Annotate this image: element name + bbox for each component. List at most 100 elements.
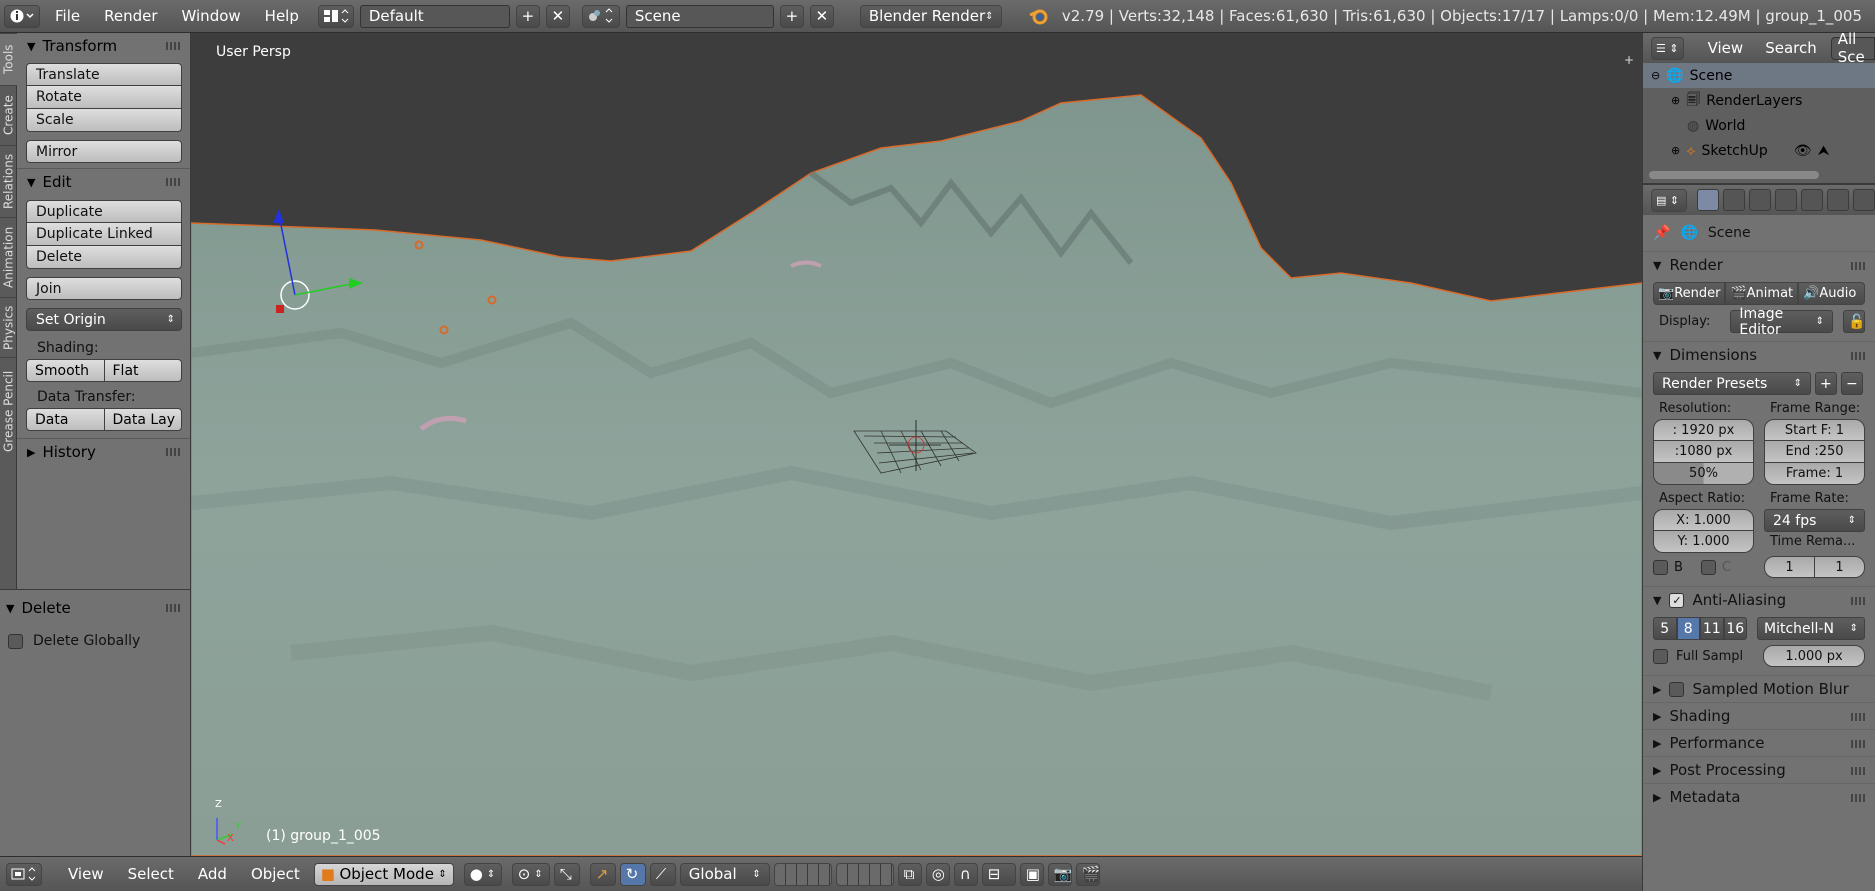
render-animation-button[interactable]: 🎬 Animat xyxy=(1725,282,1799,305)
resolution-y-field[interactable]: :1080 px xyxy=(1653,441,1754,463)
data-button[interactable]: Data xyxy=(26,408,105,431)
data-layout-button[interactable]: Data Lay xyxy=(104,408,182,431)
border-checkbox[interactable] xyxy=(1653,559,1668,575)
editor-type-button[interactable] xyxy=(6,862,42,886)
constraints-tab-icon[interactable] xyxy=(1827,189,1849,211)
mode-dropdown[interactable]: ■ Object Mode ⇕ xyxy=(313,862,454,886)
scene-tab-icon[interactable] xyxy=(1749,189,1771,211)
mirror-button[interactable]: Mirror xyxy=(26,140,182,163)
tab-relations[interactable]: Relations xyxy=(0,145,17,217)
edit-panel-header[interactable]: ▼ Edit xyxy=(17,169,190,195)
outliner-scrollbar[interactable] xyxy=(1649,171,1819,179)
crop-checkbox[interactable] xyxy=(1700,559,1716,575)
translate-manipulator-button[interactable]: ↗ xyxy=(589,862,616,886)
grip-icon[interactable] xyxy=(1851,713,1865,721)
shading-section-header[interactable]: ▶ Shading xyxy=(1643,702,1875,729)
add-scene-button[interactable]: + xyxy=(779,4,804,28)
render-image-icon[interactable]: 📷 xyxy=(1047,862,1072,886)
properties-editor-type-button[interactable]: ▤ ⇕ xyxy=(1651,188,1687,212)
full-sample-checkbox[interactable] xyxy=(1653,648,1668,664)
aa-samples-5[interactable]: 5 xyxy=(1653,617,1677,640)
tab-create[interactable]: Create xyxy=(0,85,17,145)
menu-render[interactable]: Render xyxy=(95,7,166,25)
end-frame-field[interactable]: End :250 xyxy=(1764,441,1865,463)
smooth-button[interactable]: Smooth xyxy=(26,359,105,382)
scale-manipulator-button[interactable]: ⟋ xyxy=(649,862,676,886)
aspect-y-field[interactable]: Y: 1.000 xyxy=(1653,531,1754,553)
rotate-button[interactable]: Rotate xyxy=(26,86,182,109)
delete-operator-header[interactable]: ▼ Delete xyxy=(0,595,190,621)
aa-filter-dropdown[interactable]: Mitchell-N ⇕ xyxy=(1757,617,1865,640)
transform-orientation-dropdown[interactable]: Global ⇕ xyxy=(679,862,770,886)
resolution-x-field[interactable]: : 1920 px xyxy=(1653,419,1754,441)
render-audio-button[interactable]: 🔊 Audio xyxy=(1798,282,1865,305)
time-remap-new-field[interactable]: 1 xyxy=(1815,556,1865,578)
layer-buttons-2[interactable] xyxy=(835,862,894,886)
tab-grease-pencil[interactable]: Grease Pencil xyxy=(0,357,17,465)
dimensions-section-header[interactable]: ▼ Dimensions xyxy=(1643,341,1875,368)
region-toggle-plus-icon[interactable]: + xyxy=(1624,53,1634,67)
aa-samples-8[interactable]: 8 xyxy=(1676,617,1700,640)
grip-icon[interactable] xyxy=(166,42,180,50)
menu-file[interactable]: File xyxy=(46,7,89,25)
tab-tools[interactable]: Tools xyxy=(0,33,17,85)
render-engine-dropdown[interactable]: Blender Render ⇕ xyxy=(859,4,1002,28)
grip-icon[interactable] xyxy=(1851,794,1865,802)
add-layout-button[interactable]: + xyxy=(515,4,540,28)
history-panel-header[interactable]: ▶ History xyxy=(17,439,190,465)
grip-icon[interactable] xyxy=(166,604,180,612)
3d-viewport[interactable]: User Persp (1) group_1_005 Z Y X + xyxy=(191,33,1642,856)
lock-layers-icon[interactable]: ⧉ xyxy=(897,862,922,886)
viewport-shading-dropdown[interactable]: ● ⇕ xyxy=(463,862,502,886)
outliner-display-filter[interactable]: All Sce xyxy=(1830,30,1875,66)
render-layers-tab-icon[interactable] xyxy=(1723,189,1745,211)
grip-icon[interactable] xyxy=(1851,262,1865,270)
flat-button[interactable]: Flat xyxy=(104,359,182,382)
frame-step-field[interactable]: Frame: 1 xyxy=(1764,463,1865,485)
aa-samples-11[interactable]: 11 xyxy=(1700,617,1724,640)
aa-samples-16[interactable]: 16 xyxy=(1723,617,1747,640)
grip-icon[interactable] xyxy=(1851,597,1865,605)
resolution-percentage-slider[interactable]: 50% xyxy=(1653,463,1754,485)
rotate-manipulator-button[interactable]: ↻ xyxy=(619,862,646,886)
render-image-button[interactable]: 📷 Render xyxy=(1653,282,1726,305)
menu-object[interactable]: Object xyxy=(241,865,310,883)
outliner-editor-type-button[interactable]: ☰ ⇕ xyxy=(1651,36,1684,60)
render-presets-dropdown[interactable]: Render Presets ⇕ xyxy=(1653,372,1811,395)
scale-button[interactable]: Scale xyxy=(26,109,182,132)
outliner-row-renderlayers[interactable]: ⊕ 🗐 RenderLayers xyxy=(1643,88,1875,113)
menu-add[interactable]: Add xyxy=(188,865,237,883)
screen-layout-field[interactable]: Default xyxy=(359,4,510,28)
render-section-header[interactable]: ▼ Render xyxy=(1643,251,1875,278)
grip-icon[interactable] xyxy=(166,448,180,456)
outliner-row-world[interactable]: ◍ World xyxy=(1643,113,1875,138)
object-tab-icon[interactable] xyxy=(1801,189,1823,211)
layer-buttons-1[interactable] xyxy=(773,862,832,886)
outliner-menu-search[interactable]: Search xyxy=(1757,39,1825,57)
time-remap-old-field[interactable]: 1 xyxy=(1764,556,1815,578)
delete-scene-button[interactable]: ✕ xyxy=(809,4,834,28)
anti-aliasing-checkbox[interactable]: ✓ xyxy=(1669,592,1685,608)
pin-icon[interactable]: 📌 xyxy=(1653,225,1670,241)
menu-window[interactable]: Window xyxy=(173,7,250,25)
performance-section-header[interactable]: ▶ Performance xyxy=(1643,729,1875,756)
delete-button[interactable]: Delete xyxy=(26,246,182,269)
scene-selector-icon[interactable] xyxy=(581,4,620,28)
set-origin-dropdown[interactable]: Set Origin ⇕ xyxy=(26,308,182,331)
snap-element-icon[interactable]: ⊟ xyxy=(981,862,1016,886)
frame-rate-dropdown[interactable]: 24 fps ⇕ xyxy=(1764,509,1865,532)
grip-icon[interactable] xyxy=(1851,767,1865,775)
post-processing-section-header[interactable]: ▶ Post Processing xyxy=(1643,756,1875,783)
tab-physics[interactable]: Physics xyxy=(0,297,17,357)
scene-field[interactable]: Scene xyxy=(625,4,774,28)
grip-icon[interactable] xyxy=(166,178,180,186)
display-dropdown[interactable]: Image Editor ⇕ xyxy=(1730,306,1833,338)
tab-animation[interactable]: Animation xyxy=(0,217,17,297)
expand-icon[interactable]: ⊕ xyxy=(1671,94,1680,107)
delete-globally-checkbox[interactable] xyxy=(8,633,23,649)
metadata-section-header[interactable]: ▶ Metadata xyxy=(1643,783,1875,810)
grip-icon[interactable] xyxy=(1851,740,1865,748)
eye-icon[interactable]: 👁 xyxy=(1794,143,1812,159)
anti-aliasing-section-header[interactable]: ▼ ✓ Anti-Aliasing xyxy=(1643,586,1875,613)
add-preset-button[interactable]: + xyxy=(1815,372,1837,395)
